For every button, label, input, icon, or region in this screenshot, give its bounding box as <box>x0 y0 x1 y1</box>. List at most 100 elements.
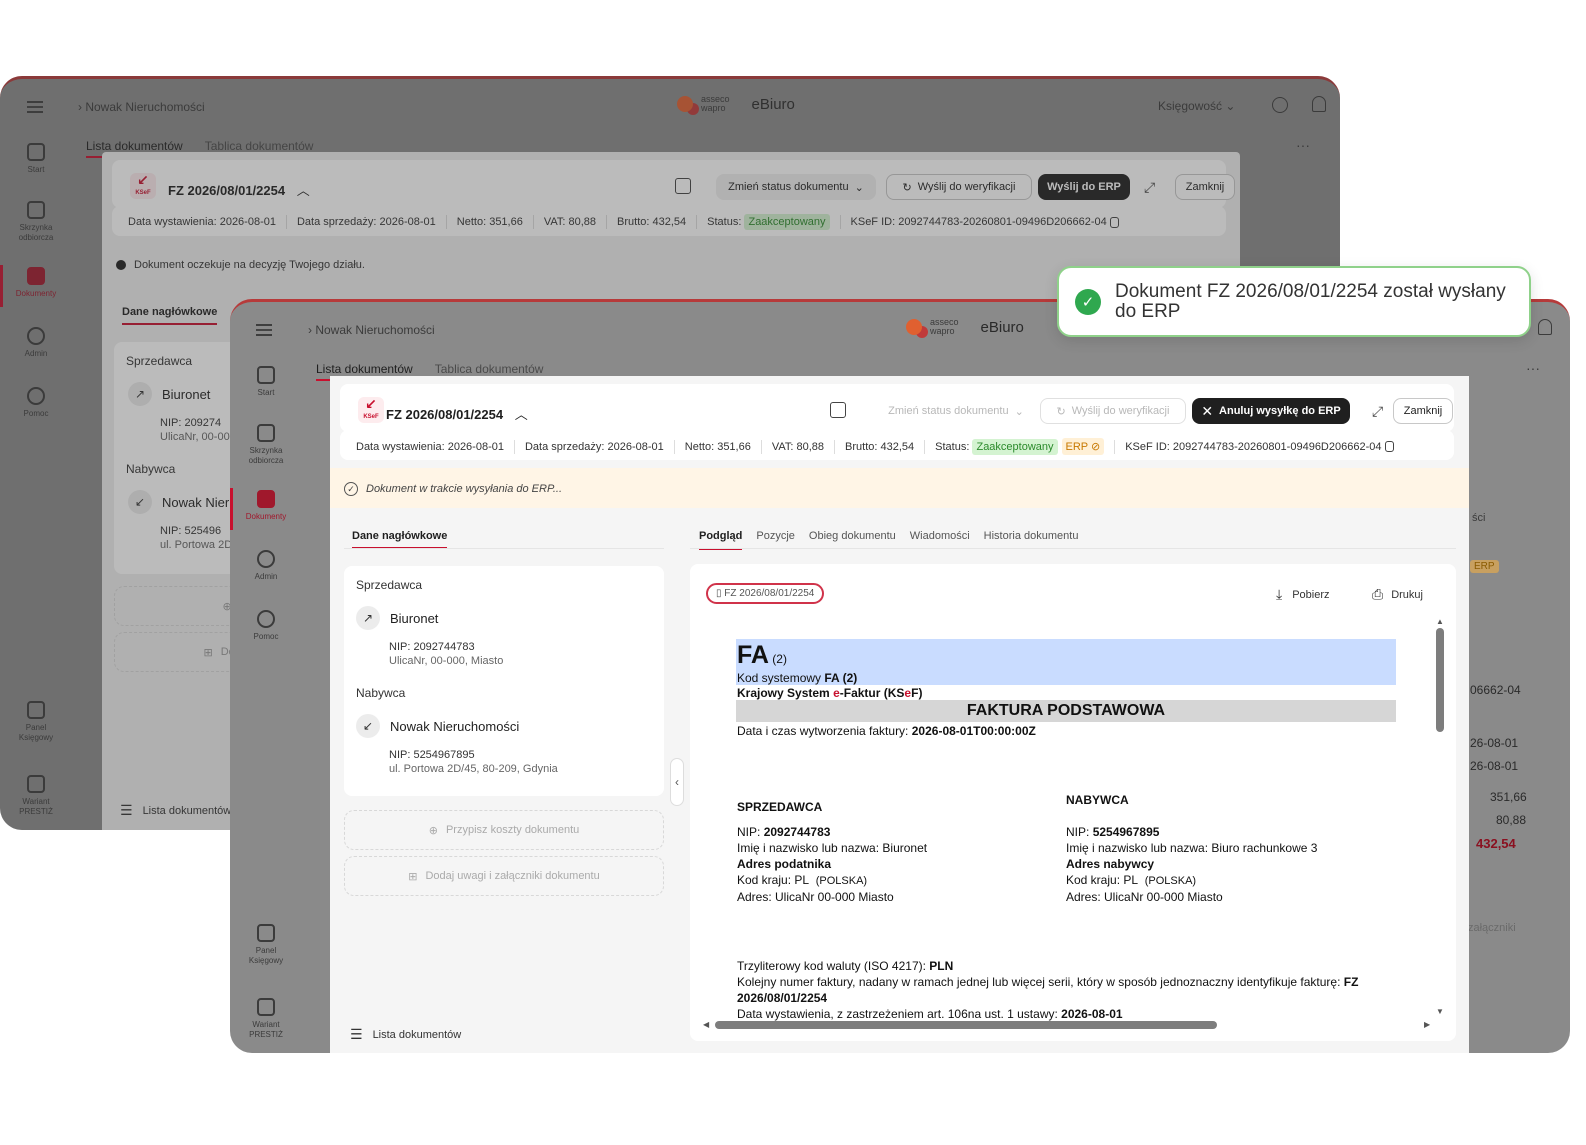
rail-variant[interactable]: Wariant PRESTIŻ <box>230 998 302 1040</box>
peek-v3: 432,54 <box>1476 836 1516 851</box>
fa-title: FA (2) <box>737 641 787 669</box>
system-code: Kod systemowy FA (2) <box>737 671 858 685</box>
rail-documents[interactable]: Dokumenty <box>230 490 302 522</box>
app-name: eBiuro <box>980 318 1024 336</box>
doc-meta: Data wystawienia: 2026-08-01 Data sprzed… <box>340 430 1454 460</box>
collapse-panel-handle[interactable]: ‹ <box>670 758 684 806</box>
printer-icon: ⎙ <box>1372 586 1384 602</box>
tab-workflow[interactable]: Obieg dokumentu <box>809 530 896 550</box>
gross-value: Brutto: 432,54 <box>845 440 915 453</box>
issue-date: Data wystawienia: 2026-08-01 <box>356 440 504 453</box>
close-button[interactable]: Zamknij <box>1393 398 1453 424</box>
ksef-id: KSeF ID: 2092744783-20260801-09496D20666… <box>1125 440 1382 453</box>
sale-date: Data sprzedaży: 2026-08-01 <box>524 440 664 453</box>
grid-icon <box>257 998 275 1016</box>
invoice-seller-block: NIP: 2092744783 Imię i nazwisko lub nazw… <box>737 825 928 904</box>
buyer-nip: NIP: 5254967895 <box>389 749 475 761</box>
check-circle-icon: ✓ <box>344 482 358 496</box>
seller-label: Sprzedawca <box>356 578 423 592</box>
bell-icon[interactable] <box>1538 319 1552 335</box>
plus-square-icon: ⊞ <box>408 870 418 883</box>
menu-icon[interactable] <box>256 324 272 336</box>
tab-messages[interactable]: Wiadomości <box>910 530 970 550</box>
seller-heading: SPRZEDAWCA <box>737 800 823 814</box>
erp-badge: ERP ⊘ <box>1061 438 1105 455</box>
peek-text: ści <box>1472 512 1486 524</box>
doc-number: FZ 2026/08/01/2254 ︿ <box>386 407 528 422</box>
rail-panel[interactable]: Panel Księgowy <box>230 924 302 966</box>
doc-number-chip: ▯ FZ 2026/08/01/2254 <box>706 583 825 604</box>
send-verify-button[interactable]: ↻ Wyślij do weryfikacji <box>1040 398 1186 424</box>
add-notes-button[interactable]: ⊞ Dodaj uwagi i załączniki dokumentu <box>344 856 664 896</box>
created-at: Data i czas wytworzenia faktury: 2026-08… <box>737 724 1036 738</box>
panel-icon <box>257 924 275 942</box>
peek-v2: 80,88 <box>1496 813 1527 827</box>
buyer-address: ul. Portowa 2D/45, 80-209, Gdynia <box>389 763 558 775</box>
buyer-row: ↙ Nowak Nieruchomości <box>356 714 519 738</box>
scroll-left-icon[interactable]: ◀ <box>703 1020 709 1029</box>
peek-v1: 351,66 <box>1490 790 1527 804</box>
seller-icon: ↗ <box>356 606 380 630</box>
tab-history[interactable]: Historia dokumentu <box>984 530 1079 550</box>
rail-start[interactable]: Start <box>230 366 302 398</box>
vertical-scrollbar[interactable] <box>1436 628 1444 732</box>
print-button[interactable]: ⎙ Drukuj <box>1372 586 1423 603</box>
rail-inbox[interactable]: Skrzynka odbiorcza <box>230 424 302 466</box>
expand-icon[interactable]: ⤢ <box>1372 403 1383 420</box>
list-icon: ☰ <box>350 1026 363 1042</box>
rail-help[interactable]: Pomoc <box>230 610 302 642</box>
peek-id: 06662-04 <box>1470 683 1521 697</box>
success-toast: ✓ Dokument FZ 2026/08/01/2254 został wys… <box>1057 266 1531 337</box>
breadcrumb[interactable]: › Nowak Nieruchomości <box>308 323 435 337</box>
logo: asseco wapro eBiuro <box>906 318 1024 336</box>
erp-notice: ✓ Dokument w trakcie wysyłania do ERP... <box>344 482 562 496</box>
help-icon <box>257 610 275 628</box>
front-modal: KSeF FZ 2026/08/01/2254 ︿ Zmień status d… <box>330 376 1469 1053</box>
buyer-heading: NABYWCA <box>1066 793 1129 807</box>
front-rail: Start Skrzynka odbiorcza Dokumenty Admin … <box>230 358 302 1053</box>
scroll-down-icon[interactable]: ▼ <box>1436 1007 1444 1016</box>
seller-row: ↗ Biuronet <box>356 606 438 630</box>
assign-costs-button[interactable]: ⊕ Przypisz koszty dokumentu <box>344 810 664 850</box>
horizontal-scrollbar[interactable] <box>715 1021 1217 1029</box>
preview-tabs: Podgląd Pozycje Obieg dokumentu Wiadomoś… <box>699 530 1078 550</box>
status-badge: Zaakceptowany <box>972 438 1058 455</box>
scroll-up-icon[interactable]: ▲ <box>1436 617 1444 626</box>
plus-circle-icon: ⊕ <box>428 824 438 837</box>
copy-icon[interactable] <box>1384 441 1394 452</box>
cancel-erp-button[interactable]: ✕ Anuluj wysyłkę do ERP <box>1192 398 1350 424</box>
doc-settings-icon[interactable] <box>830 402 846 418</box>
tab-items[interactable]: Pozycje <box>756 530 795 550</box>
download-button[interactable]: ⤓ Pobierz <box>1276 586 1330 603</box>
net-value: Netto: 351,66 <box>684 440 751 453</box>
home-icon <box>257 366 275 384</box>
inbox-icon <box>257 424 275 442</box>
header-data-tab[interactable]: Dane nagłówkowe <box>352 530 448 549</box>
invoice-buyer-block: NIP: 5254967895 Imię i nazwisko lub nazw… <box>1066 825 1318 904</box>
document-list-link[interactable]: ☰ Lista dokumentów <box>350 1026 461 1043</box>
admin-icon <box>257 550 275 568</box>
invoice-details: Trzyliterowy kod waluty (ISO 4217): PLN … <box>737 959 1359 1021</box>
vat-value: VAT: 80,88 <box>771 440 825 453</box>
doc-header: KSeF FZ 2026/08/01/2254 ︿ Zmień status d… <box>340 384 1454 432</box>
tab-preview[interactable]: Podgląd <box>699 530 743 550</box>
toast-message: Dokument FZ 2026/08/01/2254 został wysła… <box>1115 280 1506 322</box>
parties-card: Sprzedawca ↗ Biuronet NIP: 2092744783 Ulic… <box>344 566 664 796</box>
peek-date1: 26-08-01 <box>1470 736 1519 750</box>
peek-date2: 26-08-01 <box>1470 759 1519 773</box>
rail-admin[interactable]: Admin <box>230 550 302 582</box>
check-icon: ✓ <box>1075 288 1101 315</box>
buyer-icon: ↙ <box>356 714 380 738</box>
peek-att: załączniki <box>1468 922 1516 934</box>
ksef-icon: KSeF <box>358 394 384 423</box>
scroll-right-icon[interactable]: ▶ <box>1424 1020 1430 1029</box>
change-status-button[interactable]: Zmień status dokumentu ⌄ <box>876 398 1036 424</box>
invoice-heading: FAKTURA PODSTAWOWA <box>966 702 1166 719</box>
download-icon: ⤓ <box>1276 586 1283 602</box>
seller-nip: NIP: 2092744783 <box>389 641 475 653</box>
logo-mark-icon <box>906 319 922 335</box>
more-icon[interactable]: ··· <box>1526 360 1540 376</box>
documents-icon <box>257 490 275 508</box>
close-icon: ✕ <box>1201 402 1214 419</box>
peek-erp-badge: ERP <box>1470 560 1499 573</box>
